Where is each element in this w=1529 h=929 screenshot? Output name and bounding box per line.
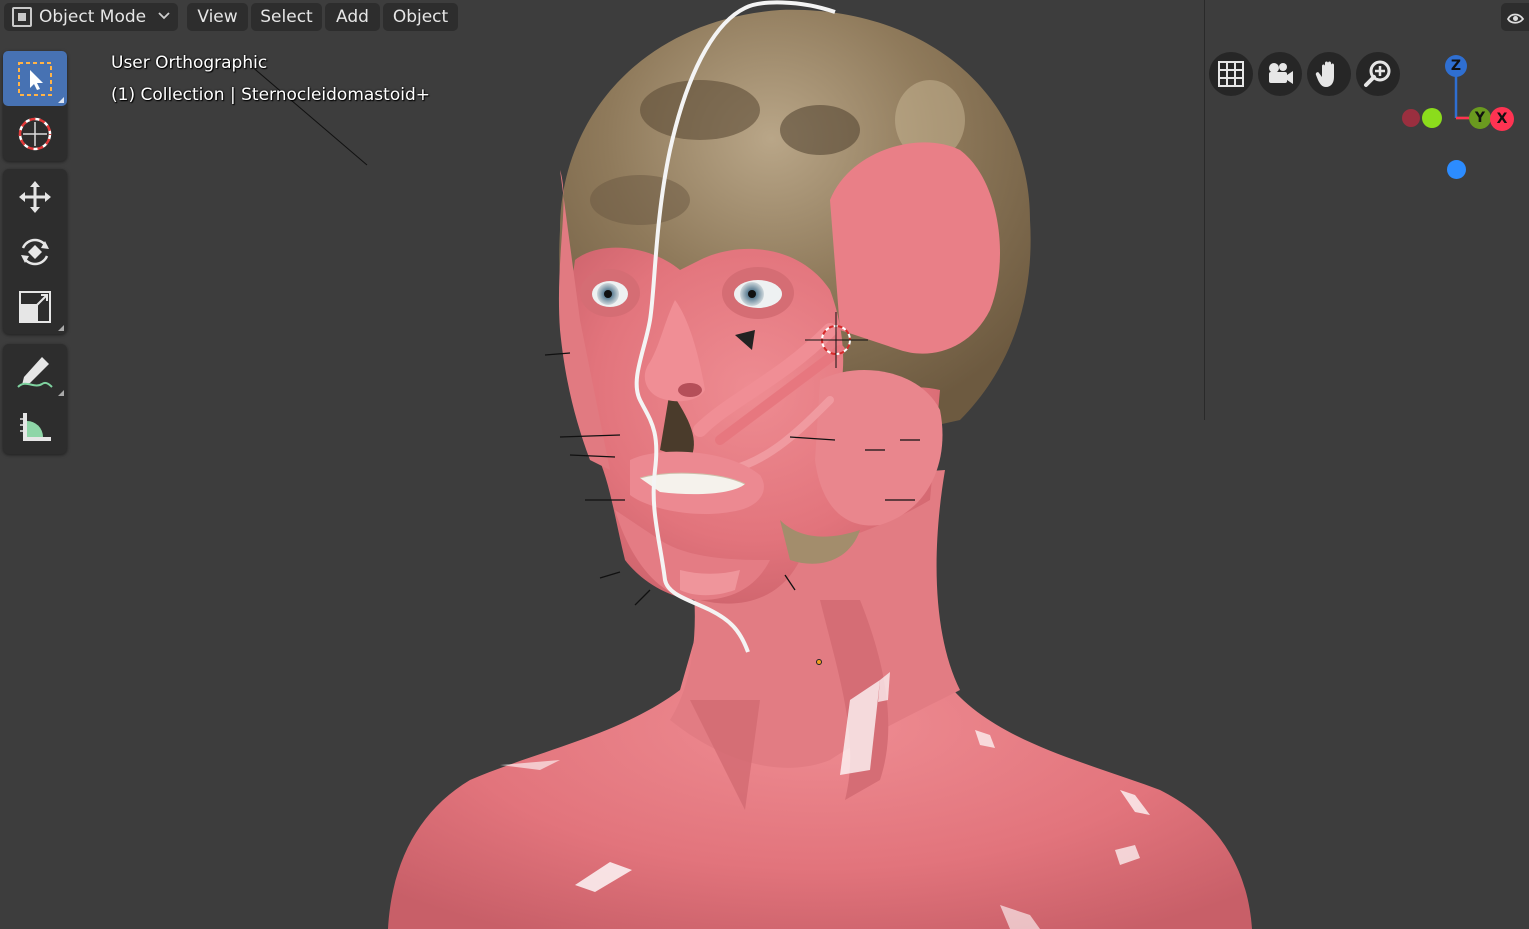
toolbar-group-select [3,51,67,161]
add-menu-label: Add [336,7,369,27]
view-menu[interactable]: View [187,3,248,31]
zoom-view-button[interactable] [1356,52,1400,96]
tool-options-corner [58,390,64,396]
anatomy-model[interactable] [0,0,1529,929]
toolbar-group-transform [3,169,67,334]
select-menu[interactable]: Select [251,3,322,31]
object-mode-icon [12,7,32,27]
add-menu[interactable]: Add [325,3,380,31]
annotate-icon [17,356,53,388]
cursor-icon [18,117,52,150]
y-axis-label: Y [1474,110,1486,126]
move-icon [19,180,51,213]
toolbar-group-annotate [3,344,67,454]
x-axis-label: X [1496,111,1508,127]
tool-cursor[interactable] [3,106,67,161]
chevron-down-icon [158,12,170,20]
tool-options-corner [58,97,64,103]
grid-icon [1218,61,1244,87]
toggle-grid-button[interactable] [1209,52,1253,96]
z-axis-label: Z [1450,58,1462,74]
tool-move[interactable] [3,169,67,224]
gizmo-neg-y-axis[interactable] [1422,108,1442,128]
pan-view-button[interactable] [1307,52,1351,96]
zoom-icon [1364,60,1391,87]
3d-viewport[interactable]: Object Mode View Select Add Object User … [0,0,1529,929]
tool-scale[interactable] [3,279,67,334]
tool-select-box[interactable] [3,51,67,106]
rotate-icon [21,238,49,265]
viewport-header: Object Mode View Select Add Object [0,0,1529,34]
camera-icon [1269,63,1293,84]
measure-icon [20,412,51,441]
view-menu-label: View [197,7,238,27]
tool-rotate[interactable] [3,224,67,279]
select-box-icon [18,61,52,96]
gizmo-z-axis[interactable]: Z [1445,55,1467,77]
scale-icon [19,290,51,323]
region-separator [1204,0,1205,420]
collection-info: (1) Collection | Sternocleidomastoid+ [111,85,430,105]
select-menu-label: Select [260,7,313,27]
gizmo-neg-z-axis[interactable] [1447,160,1466,179]
object-mode-dropdown[interactable]: Object Mode [4,3,178,31]
tool-annotate[interactable] [3,344,67,399]
view-name: User Orthographic [111,53,268,73]
gizmo-y-axis[interactable]: Y [1469,107,1491,129]
tool-options-corner [58,325,64,331]
tool-measure[interactable] [3,399,67,454]
camera-view-button[interactable] [1258,52,1302,96]
visibility-toggle[interactable] [1501,3,1529,31]
mode-label: Object Mode [39,7,147,27]
object-menu-label: Object [392,7,449,27]
object-menu[interactable]: Object [383,3,458,31]
hand-icon [1315,61,1334,87]
gizmo-x-axis[interactable]: X [1490,107,1514,131]
eye-icon [1506,13,1525,24]
gizmo-neg-x-axis[interactable] [1402,109,1420,127]
